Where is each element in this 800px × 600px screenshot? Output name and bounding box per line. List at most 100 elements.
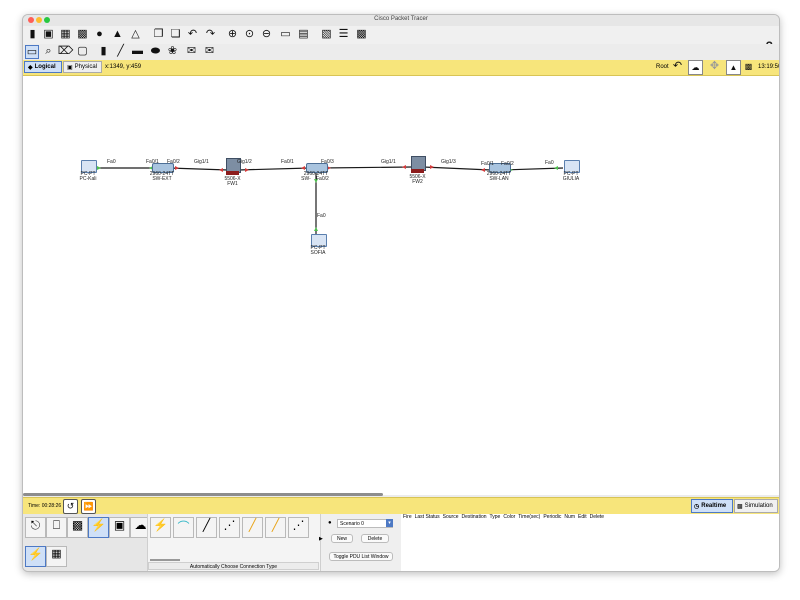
crossover-cable-button[interactable]: ⋰ bbox=[219, 517, 240, 538]
save-icon[interactable]: ▦ bbox=[59, 28, 72, 41]
console-cable-button[interactable]: ⌒ bbox=[173, 517, 194, 538]
pdu-column-header[interactable]: Color bbox=[503, 514, 515, 521]
cluster-icon[interactable]: ☁ bbox=[688, 60, 703, 75]
select-tool-icon[interactable]: ▭ bbox=[25, 45, 39, 59]
tab-physical-label: Physical bbox=[74, 64, 98, 70]
category-components[interactable]: ▩ bbox=[67, 517, 88, 538]
pdu-column-header[interactable]: Type bbox=[490, 514, 501, 521]
horizontal-scrollbar[interactable] bbox=[23, 493, 383, 496]
delete-tool-icon[interactable]: ⌦ bbox=[58, 45, 74, 58]
freeform-tool-icon[interactable]: ❀ bbox=[166, 45, 179, 58]
fast-forward-icon[interactable]: ⏩ bbox=[81, 499, 96, 514]
new-file-icon[interactable]: ▮ bbox=[26, 28, 39, 41]
toggle-pdu-list-button[interactable]: Toggle PDU List Window bbox=[329, 552, 393, 561]
pdu-column-header[interactable]: Destination bbox=[461, 514, 486, 521]
link-status-light bbox=[245, 168, 249, 172]
category-end-devices[interactable]: ⎕ bbox=[46, 517, 67, 538]
print-icon[interactable]: ▩ bbox=[76, 28, 89, 41]
delete-scenario-button[interactable]: Delete bbox=[361, 534, 389, 543]
network-info-icon[interactable]: ▲ bbox=[111, 28, 124, 41]
tab-physical[interactable]: ▣ Physical bbox=[63, 61, 102, 73]
serial-cable-button[interactable]: ╱ bbox=[265, 517, 286, 538]
power-cycle-icon[interactable]: ↺ bbox=[63, 499, 78, 514]
category-misc[interactable]: ▣ bbox=[109, 517, 130, 538]
image-icon[interactable]: ▩ bbox=[355, 28, 368, 41]
link-swmid-fw2[interactable] bbox=[320, 166, 413, 169]
paste-icon[interactable]: ❏ bbox=[169, 28, 182, 41]
pdu-column-header[interactable]: Periodic bbox=[543, 514, 561, 521]
clock-label: 13:19:50 bbox=[758, 64, 780, 70]
subcategory-structured-cabling[interactable]: ▦ bbox=[46, 546, 67, 567]
category-network-devices[interactable]: ⎋ bbox=[25, 517, 46, 538]
activity-wizard-icon[interactable]: △ bbox=[129, 28, 142, 41]
palette-icon[interactable]: ▭ bbox=[279, 28, 292, 41]
subcategory-connections[interactable]: ⚡ bbox=[25, 546, 46, 567]
pdu-column-header[interactable]: Source bbox=[443, 514, 459, 521]
move-icon[interactable]: ✥ bbox=[708, 60, 721, 73]
auto-connection-button[interactable]: ⚡ bbox=[150, 517, 171, 538]
main-toolbar: ▮ ▣ ▦ ▩ ● ▲ △ ❐ ❏ ↶ ↷ ⊕ ⊙ ⊖ ▭ ▤ ▧ ☰ ▩ ? bbox=[23, 26, 779, 53]
lightning-icon: ⚡ bbox=[153, 518, 168, 532]
add-pdu-icon[interactable]: ✉ bbox=[185, 45, 198, 58]
notes-icon[interactable]: ▧ bbox=[320, 28, 333, 41]
usb-cable-button[interactable]: ⋰ bbox=[288, 517, 309, 538]
redo-icon[interactable]: ↷ bbox=[204, 28, 217, 41]
link-fw1-swmid[interactable] bbox=[237, 167, 311, 171]
info-icon[interactable]: ● bbox=[93, 28, 106, 41]
resize-tool-icon[interactable]: ▢ bbox=[76, 45, 89, 58]
fiber-cable-button[interactable]: ╱ bbox=[242, 517, 263, 538]
straight-through-cable-button[interactable]: ╱ bbox=[196, 517, 217, 538]
category-connections[interactable]: ⚡ bbox=[88, 517, 109, 538]
line-tool-icon[interactable]: ╱ bbox=[114, 45, 127, 58]
sw-ext-name: SW-EXT bbox=[152, 176, 172, 182]
zoom-in-icon[interactable]: ⊕ bbox=[226, 28, 239, 41]
logical-workspace[interactable]: PC-PT PC-Kali 2960-24TT SW-EXT 5506-X FW… bbox=[23, 76, 779, 495]
lightning-icon: ⚡ bbox=[91, 518, 106, 532]
scenario-select[interactable]: Scenario 0 bbox=[337, 519, 393, 528]
fw1-name: FW1 bbox=[227, 181, 238, 187]
note-tool-icon[interactable]: ▮ bbox=[97, 45, 110, 58]
background-icon[interactable]: ▲ bbox=[726, 60, 741, 75]
simulation-tab[interactable]: ▩ Simulation bbox=[734, 499, 778, 513]
pdu-column-header[interactable]: Last Status bbox=[415, 514, 440, 521]
new-scenario-button[interactable]: New bbox=[331, 534, 353, 543]
pdu-column-header[interactable]: Time(sec) bbox=[518, 514, 540, 521]
pdu-column-header[interactable]: Edit bbox=[578, 514, 587, 521]
expand-arrow-icon[interactable]: ▶ bbox=[319, 536, 323, 542]
open-folder-icon[interactable]: ▣ bbox=[42, 28, 55, 41]
fiber-cable-icon: ╱ bbox=[248, 518, 257, 532]
sw-lan-name: SW-LAN bbox=[489, 176, 509, 182]
usb-cable-icon: ⋰ bbox=[292, 518, 305, 532]
link-fw2-swlan[interactable] bbox=[422, 166, 492, 171]
workspace-bar: ◆ Logical ▣ Physical x:1349, y:459 Root … bbox=[23, 60, 779, 76]
connection-types: ⚡ ⌒ ╱ ⋰ ╱ ╱ ⋰ Automatically Choose Conne… bbox=[147, 514, 320, 571]
undo-icon[interactable]: ↶ bbox=[186, 28, 199, 41]
back-icon[interactable]: ↶ bbox=[671, 60, 684, 73]
zoom-reset-icon[interactable]: ⊙ bbox=[243, 28, 256, 41]
inspect-tool-icon[interactable]: ⌕ bbox=[42, 45, 55, 58]
pdu-column-header[interactable]: Delete bbox=[590, 514, 604, 521]
viewport-icon[interactable]: ▩ bbox=[742, 60, 755, 73]
edit-toolbar: ▭ ⌕ ⌦ ▢ ▮ ╱ ▬ ⬬ ❀ ✉ ✉ bbox=[23, 44, 779, 61]
components-icon: ▩ bbox=[71, 518, 84, 532]
panel-scroll-thumb[interactable] bbox=[150, 559, 180, 561]
pdu-icon[interactable]: ☰ bbox=[337, 28, 350, 41]
link-status-light bbox=[301, 166, 305, 170]
pdu-column-header[interactable]: Fire bbox=[403, 514, 412, 521]
zoom-out-icon[interactable]: ⊖ bbox=[260, 28, 273, 41]
complex-pdu-icon[interactable]: ✉ bbox=[203, 45, 216, 58]
ellipse-tool-icon[interactable]: ⬬ bbox=[149, 45, 162, 58]
port-label: Fa0/1 bbox=[146, 159, 159, 165]
custom-device-icon[interactable]: ▤ bbox=[297, 28, 310, 41]
rectangle-tool-icon[interactable]: ▬ bbox=[131, 45, 144, 58]
pc-sofia-name: SOFIA bbox=[310, 250, 326, 256]
link-status-light bbox=[175, 166, 179, 170]
realtime-tab[interactable]: ◷ Realtime bbox=[691, 499, 733, 513]
tab-logical[interactable]: ◆ Logical bbox=[24, 61, 62, 73]
straight-cable-icon: ╱ bbox=[202, 518, 211, 532]
port-label: Fa0 bbox=[317, 213, 326, 219]
fw2-name: FW2 bbox=[412, 179, 423, 185]
copy-icon[interactable]: ❐ bbox=[152, 28, 165, 41]
root-label: Root bbox=[656, 64, 669, 70]
pdu-column-header[interactable]: Num bbox=[564, 514, 575, 521]
